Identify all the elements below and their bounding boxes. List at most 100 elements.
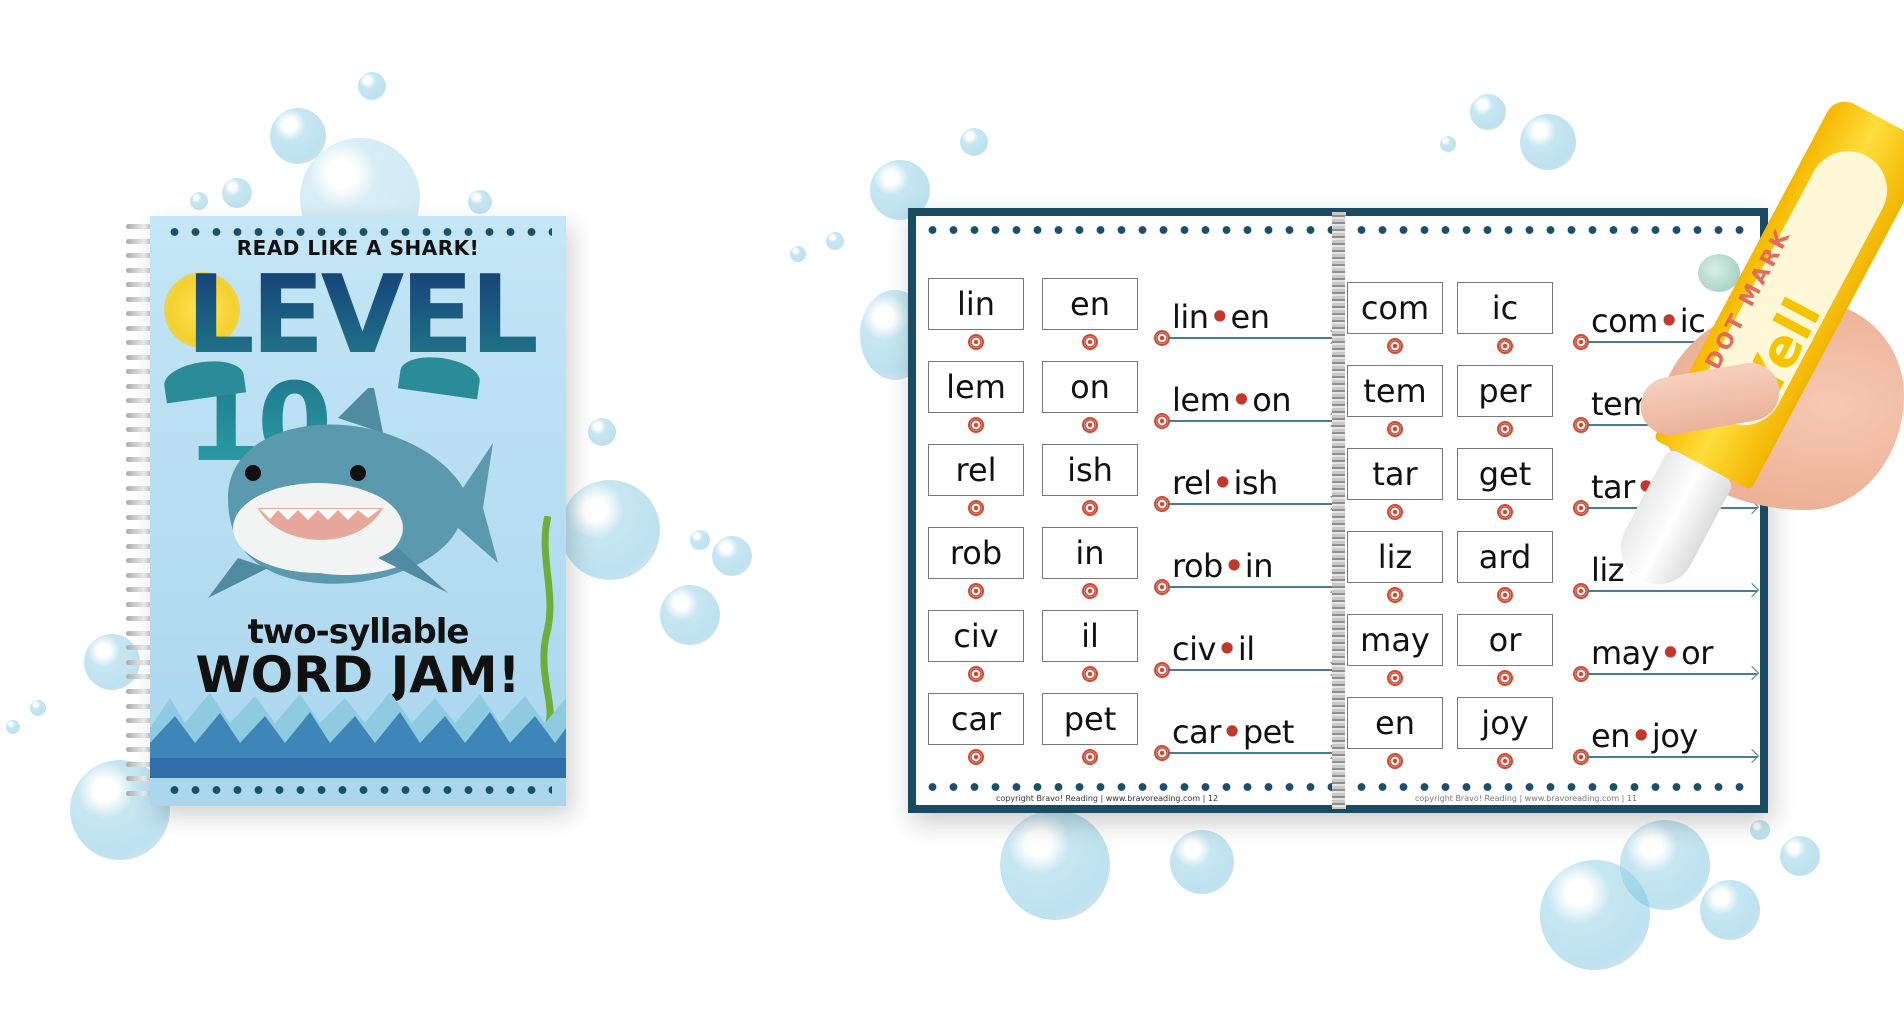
bubble xyxy=(1700,880,1760,940)
syllable-text: ish xyxy=(1067,451,1113,489)
syllable-tile[interactable]: pet xyxy=(1042,693,1138,745)
syllable-text: en xyxy=(1375,704,1415,742)
dot-target-icon[interactable] xyxy=(1082,749,1098,765)
syllable-tile[interactable]: tar xyxy=(1347,448,1443,500)
syllable-text: il xyxy=(1081,617,1099,655)
arrow-line xyxy=(1168,337,1336,339)
syllable-tile[interactable]: in xyxy=(1042,527,1138,579)
dot-target-icon[interactable] xyxy=(968,666,984,682)
syllable-tile[interactable]: lem xyxy=(928,361,1024,413)
dot-target-icon[interactable] xyxy=(1497,504,1513,520)
dot-target-icon[interactable] xyxy=(1387,670,1403,686)
bubble xyxy=(1780,836,1820,876)
dot-target-icon[interactable] xyxy=(1387,421,1403,437)
syllable-tile[interactable]: car xyxy=(928,693,1024,745)
syllable-tile[interactable]: ish xyxy=(1042,444,1138,496)
dot-target-icon[interactable] xyxy=(1082,417,1098,433)
dot-target-icon[interactable] xyxy=(1387,587,1403,603)
syllable-dot: • xyxy=(1212,464,1233,502)
syllable-tile[interactable]: per xyxy=(1457,365,1553,417)
combined-word: en•joy xyxy=(1591,717,1698,755)
combined-word: rel•ish xyxy=(1172,464,1278,502)
dot-target-icon[interactable] xyxy=(968,583,984,599)
bubble xyxy=(1520,114,1576,170)
dot-target-icon[interactable] xyxy=(1082,666,1098,682)
syllable-dot: • xyxy=(1216,630,1237,668)
syllable-text: lin xyxy=(956,285,996,323)
dot-target-icon[interactable] xyxy=(1387,338,1403,354)
dot-target-icon[interactable] xyxy=(968,334,984,350)
syllable-tile[interactable]: ard xyxy=(1457,531,1553,583)
dot-target-icon[interactable] xyxy=(1497,587,1513,603)
syllable-tile[interactable]: rel xyxy=(928,444,1024,496)
syllable-tile[interactable]: en xyxy=(1347,697,1443,749)
syllable-tile[interactable]: may xyxy=(1347,614,1443,666)
combined-word: rob•in xyxy=(1172,547,1273,585)
dot-border-top xyxy=(1351,226,1754,234)
bubble xyxy=(6,720,20,734)
bubble xyxy=(660,585,720,645)
syllable-tile[interactable]: en xyxy=(1042,278,1138,330)
page-footer: copyright Bravo! Reading | www.bravoread… xyxy=(1415,794,1638,803)
dot-target-icon[interactable] xyxy=(1082,334,1098,350)
syllable-tile[interactable]: on xyxy=(1042,361,1138,413)
syllable-dot: • xyxy=(1209,298,1230,336)
syllable-text: ard xyxy=(1478,538,1532,576)
syllable-tile[interactable]: rob xyxy=(928,527,1024,579)
bubble xyxy=(1470,94,1506,130)
combined-word: civ•il xyxy=(1172,630,1255,668)
syllable-tile[interactable]: il xyxy=(1042,610,1138,662)
syllable-text: lem xyxy=(946,368,1006,406)
syllable-text: get xyxy=(1478,455,1532,493)
word-part: joy xyxy=(1651,717,1698,755)
dot-target-icon[interactable] xyxy=(1497,670,1513,686)
dot-target-icon[interactable] xyxy=(1387,504,1403,520)
syllable-text: per xyxy=(1478,372,1532,410)
dot-target-icon[interactable] xyxy=(1497,753,1513,769)
dot-target-icon[interactable] xyxy=(968,500,984,516)
arrow-line xyxy=(1168,586,1336,588)
syllable-tile[interactable]: ic xyxy=(1457,282,1553,334)
word-part: in xyxy=(1244,547,1274,585)
dot-target-icon[interactable] xyxy=(1082,500,1098,516)
bubble xyxy=(712,536,752,576)
page-binding xyxy=(1332,212,1346,809)
syllable-tile[interactable]: lin xyxy=(928,278,1024,330)
word-part: pet xyxy=(1242,713,1295,751)
word-part: lem xyxy=(1172,381,1231,419)
bubble xyxy=(190,192,208,210)
syllable-text: in xyxy=(1075,534,1105,572)
syllable-tile[interactable]: com xyxy=(1347,282,1443,334)
dot-target-icon[interactable] xyxy=(968,417,984,433)
arrow-line xyxy=(1168,752,1336,754)
syllable-text: en xyxy=(1070,285,1110,323)
dot-target-icon[interactable] xyxy=(1497,421,1513,437)
syllable-text: joy xyxy=(1481,704,1529,742)
dot-target-icon[interactable] xyxy=(1497,338,1513,354)
syllable-tile[interactable]: liz xyxy=(1347,531,1443,583)
syllable-tile[interactable]: or xyxy=(1457,614,1553,666)
dot-target-icon[interactable] xyxy=(1387,753,1403,769)
bubble xyxy=(358,72,386,100)
bubble xyxy=(960,128,988,156)
word-part: com xyxy=(1591,302,1658,340)
combined-word: lin•en xyxy=(1172,298,1270,336)
syllable-tile[interactable]: tem xyxy=(1347,365,1443,417)
dot-target-icon[interactable] xyxy=(1082,583,1098,599)
syllable-dot: • xyxy=(1630,717,1651,755)
arrow-line xyxy=(1168,503,1336,505)
syllable-text: pet xyxy=(1063,700,1117,738)
bubble xyxy=(826,232,844,250)
syllable-text: or xyxy=(1488,621,1522,659)
syllable-dot: • xyxy=(1231,381,1252,419)
syllable-tile[interactable]: civ xyxy=(928,610,1024,662)
dot-target-icon[interactable] xyxy=(968,749,984,765)
word-part: or xyxy=(1681,634,1713,672)
dot-border-bottom xyxy=(164,786,552,794)
syllable-tile[interactable]: joy xyxy=(1457,697,1553,749)
bubble xyxy=(790,246,806,262)
workbook-cover: READ LIKE A SHARK! LEVEL 10 two-syllable… xyxy=(150,216,566,806)
syllable-tile[interactable]: get xyxy=(1457,448,1553,500)
level-word: LEVEL xyxy=(186,253,535,378)
dot-border-bottom xyxy=(922,783,1335,791)
